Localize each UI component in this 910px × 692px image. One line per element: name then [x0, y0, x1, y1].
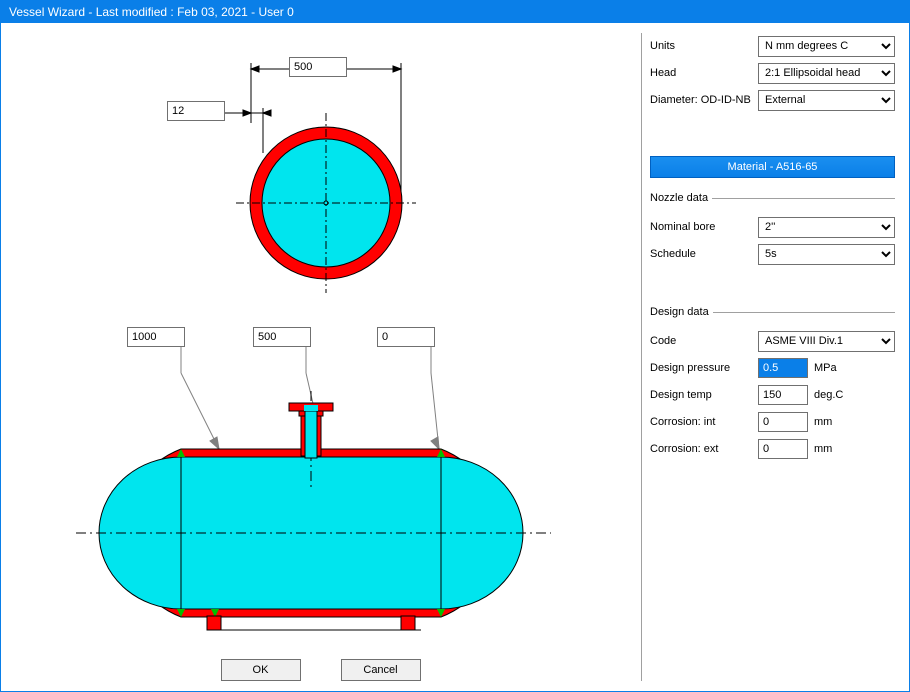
vessel-drawing: [11, 33, 621, 651]
nozzle-position-input[interactable]: [253, 327, 311, 347]
bore-select[interactable]: 2'': [758, 217, 895, 238]
code-label: Code: [650, 335, 758, 347]
diameter-label: Diameter: OD-ID-NB: [650, 94, 758, 106]
title-bar: Vessel Wizard - Last modified : Feb 03, …: [1, 1, 909, 23]
corr-int-unit: mm: [814, 416, 832, 428]
ok-button[interactable]: OK: [221, 659, 301, 681]
content: OK Cancel Units N mm degrees C Head 2:1 …: [1, 23, 909, 691]
properties-panel: Units N mm degrees C Head 2:1 Ellipsoida…: [641, 33, 899, 681]
head-select[interactable]: 2:1 Ellipsoidal head: [758, 63, 895, 84]
units-select[interactable]: N mm degrees C: [758, 36, 895, 57]
button-row: OK Cancel: [11, 651, 630, 681]
units-label: Units: [650, 40, 758, 52]
design-group: Design data Code ASME VIII Div.1 Design …: [650, 306, 895, 465]
nozzle-legend: Nozzle data: [650, 192, 712, 204]
corr-ext-label: Corrosion: ext: [650, 443, 758, 455]
length-input[interactable]: [127, 327, 185, 347]
thickness-input[interactable]: [167, 101, 225, 121]
corr-int-label: Corrosion: int: [650, 416, 758, 428]
window-title: Vessel Wizard - Last modified : Feb 03, …: [9, 5, 294, 19]
od-input[interactable]: [289, 57, 347, 77]
drawing-panel: OK Cancel: [11, 33, 631, 681]
temp-input[interactable]: [758, 385, 808, 405]
drawing-area: [11, 33, 630, 651]
temp-label: Design temp: [650, 389, 758, 401]
schedule-select[interactable]: 5s: [758, 244, 895, 265]
diameter-select[interactable]: External: [758, 90, 895, 111]
schedule-label: Schedule: [650, 248, 758, 260]
head-label: Head: [650, 67, 758, 79]
nozzle-group: Nozzle data Nominal bore 2'' Schedule 5s: [650, 192, 895, 270]
temp-unit: deg.C: [814, 389, 843, 401]
code-select[interactable]: ASME VIII Div.1: [758, 331, 895, 352]
cancel-button[interactable]: Cancel: [341, 659, 421, 681]
material-button[interactable]: Material - A516-65: [650, 156, 895, 178]
nozzle-offset-input[interactable]: [377, 327, 435, 347]
window: Vessel Wizard - Last modified : Feb 03, …: [0, 0, 910, 692]
corr-ext-input[interactable]: [758, 439, 808, 459]
pressure-label: Design pressure: [650, 362, 758, 374]
pressure-input[interactable]: [758, 358, 808, 378]
corr-ext-unit: mm: [814, 443, 832, 455]
pressure-unit: MPa: [814, 362, 837, 374]
design-legend: Design data: [650, 306, 713, 318]
corr-int-input[interactable]: [758, 412, 808, 432]
bore-label: Nominal bore: [650, 221, 758, 233]
